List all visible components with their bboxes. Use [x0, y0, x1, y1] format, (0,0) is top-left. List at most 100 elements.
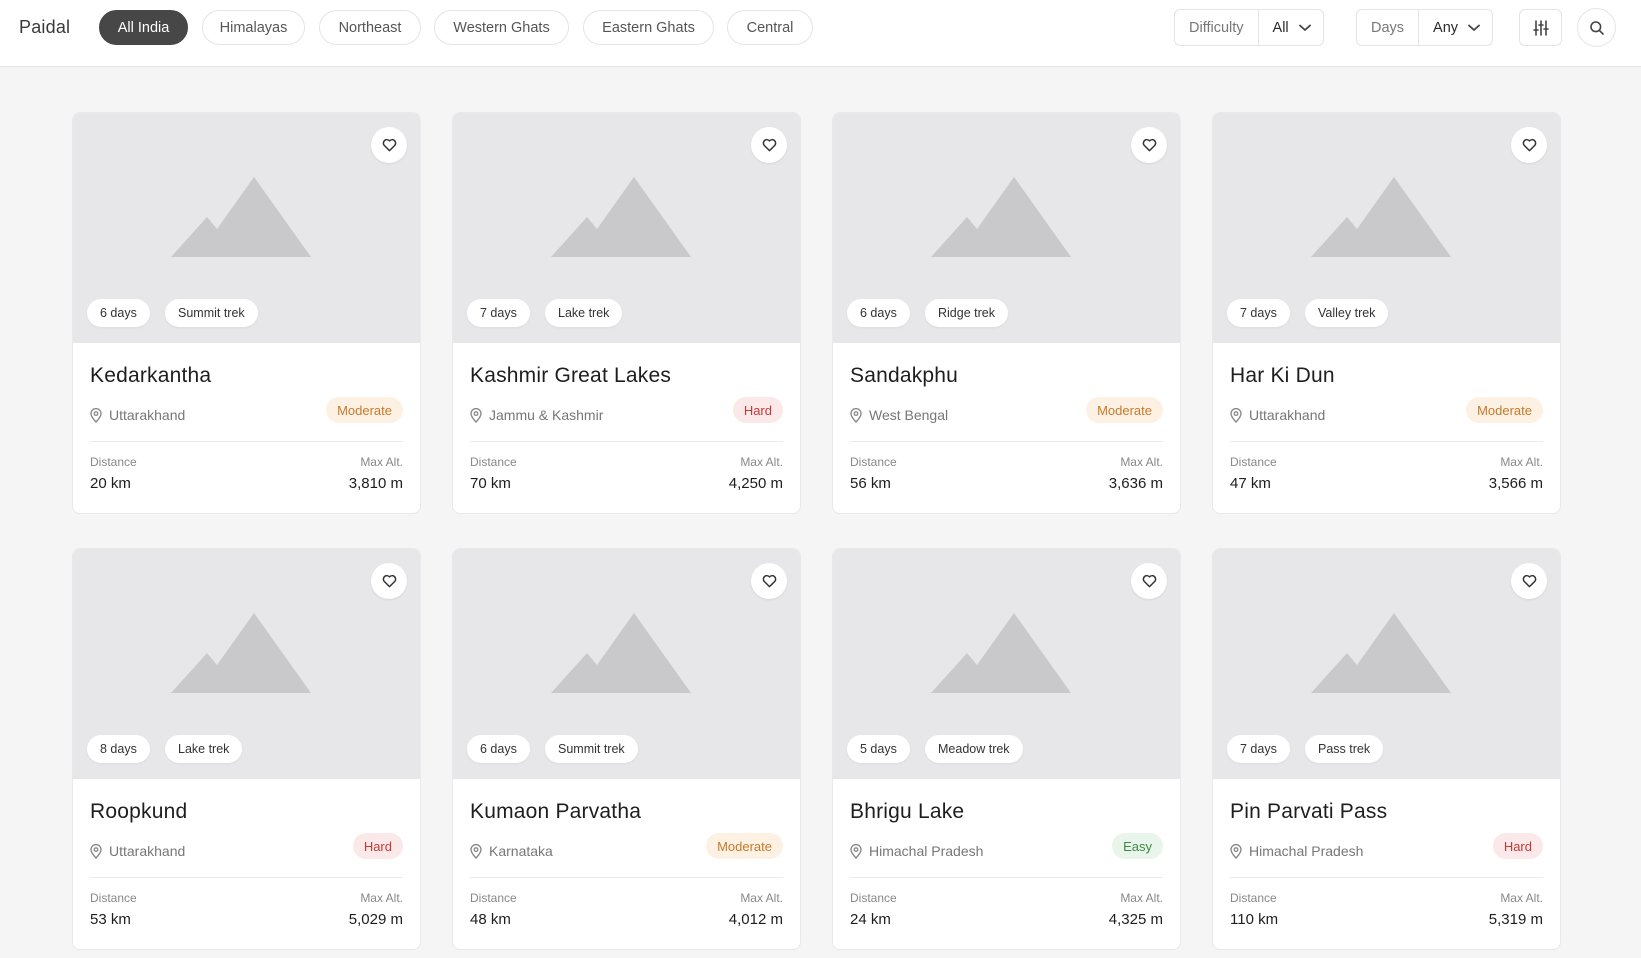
- distance-label: Distance: [90, 891, 137, 905]
- map-pin-icon: [1230, 843, 1242, 859]
- favorite-button[interactable]: [1511, 127, 1547, 163]
- max-altitude-value: 4,250 m: [728, 475, 783, 492]
- difficulty-filter: Difficulty All: [1174, 9, 1324, 46]
- distance-value: 48 km: [470, 911, 511, 928]
- region-chip-central[interactable]: Central: [727, 10, 813, 45]
- region-chip-himalayas[interactable]: Himalayas: [202, 10, 305, 45]
- filter-settings-button[interactable]: [1519, 9, 1562, 46]
- trek-card[interactable]: 5 days Meadow trek Bhrigu Lake Himachal Pra…: [832, 548, 1181, 950]
- trek-card[interactable]: 8 days Lake trek Roopkund Uttarakhand Hard Di…: [72, 548, 421, 950]
- max-altitude-value: 3,566 m: [1488, 475, 1543, 492]
- trek-type-tag: Pass trek: [1305, 735, 1384, 763]
- trek-location: Himachal Pradesh: [850, 842, 983, 860]
- heart-icon: [762, 138, 776, 152]
- trek-type-tag: Summit trek: [545, 735, 638, 763]
- duration-tag: 6 days: [467, 735, 530, 763]
- heart-icon: [382, 138, 396, 152]
- trek-type-tag: Valley trek: [1305, 299, 1389, 327]
- trek-name[interactable]: Har Ki Dun: [1230, 364, 1335, 388]
- max-altitude-label: Max Alt.: [1500, 891, 1543, 905]
- region-chip-northeast[interactable]: Northeast: [319, 10, 421, 45]
- trek-name[interactable]: Kedarkantha: [90, 364, 211, 388]
- card-divider: [850, 877, 1163, 878]
- trek-name[interactable]: Kumaon Parvatha: [470, 800, 641, 824]
- trek-type-tag: Lake trek: [545, 299, 623, 327]
- distance-label: Distance: [470, 891, 517, 905]
- region-chip-western-ghats[interactable]: Western Ghats: [434, 10, 569, 45]
- trek-name[interactable]: Kashmir Great Lakes: [470, 364, 671, 388]
- difficulty-badge: Hard: [352, 833, 403, 859]
- heart-icon: [1142, 574, 1156, 588]
- trek-image-placeholder[interactable]: 7 days Pass trek: [1213, 549, 1560, 779]
- heart-icon: [762, 574, 776, 588]
- duration-tag: 7 days: [1227, 735, 1290, 763]
- trek-image-placeholder[interactable]: 5 days Meadow trek: [833, 549, 1180, 779]
- trek-card[interactable]: 7 days Lake trek Kashmir Great Lakes Jammu …: [452, 112, 801, 514]
- trek-card[interactable]: 6 days Ridge trek Sandakphu West Bengal Mode…: [832, 112, 1181, 514]
- trek-location-text: Jammu & Kashmir: [489, 407, 604, 423]
- map-pin-icon: [470, 407, 482, 423]
- favorite-button[interactable]: [1131, 127, 1167, 163]
- favorite-button[interactable]: [371, 127, 407, 163]
- trek-location: Jammu & Kashmir: [470, 406, 603, 424]
- favorite-button[interactable]: [371, 563, 407, 599]
- trek-image-placeholder[interactable]: 7 days Valley trek: [1213, 113, 1560, 343]
- trek-card[interactable]: 6 days Summit trek Kumaon Parvatha Karnatak…: [452, 548, 801, 950]
- card-divider: [90, 877, 403, 878]
- map-pin-icon: [850, 407, 862, 423]
- trek-card[interactable]: 6 days Summit trek Kedarkantha Uttarakhand M…: [72, 112, 421, 514]
- trek-location: Uttarakhand: [1230, 406, 1325, 424]
- days-select[interactable]: Any: [1419, 10, 1492, 45]
- brand-logo[interactable]: Paidal: [19, 17, 70, 38]
- map-pin-icon: [90, 407, 102, 423]
- trek-image-placeholder[interactable]: 6 days Summit trek: [453, 549, 800, 779]
- search-button[interactable]: [1577, 8, 1616, 47]
- trek-location-text: Uttarakhand: [1249, 407, 1326, 423]
- trek-location-text: Himachal Pradesh: [869, 843, 984, 859]
- trek-name[interactable]: Sandakphu: [850, 364, 958, 388]
- card-divider: [470, 441, 783, 442]
- favorite-button[interactable]: [751, 127, 787, 163]
- duration-tag: 7 days: [1227, 299, 1290, 327]
- trek-location: West Bengal: [850, 406, 948, 424]
- trek-card[interactable]: 7 days Valley trek Har Ki Dun Uttarakhand Mo…: [1212, 112, 1561, 514]
- card-divider: [1230, 877, 1543, 878]
- distance-label: Distance: [1230, 455, 1277, 469]
- trek-name[interactable]: Pin Parvati Pass: [1230, 800, 1387, 824]
- trek-name[interactable]: Bhrigu Lake: [850, 800, 964, 824]
- duration-tag: 6 days: [87, 299, 150, 327]
- duration-tag: 7 days: [467, 299, 530, 327]
- difficulty-badge: Moderate: [1466, 397, 1543, 423]
- distance-value: 70 km: [470, 475, 511, 492]
- top-bar: Paidal All India Himalayas Northeast Wes…: [0, 0, 1641, 67]
- trek-card[interactable]: 7 days Pass trek Pin Parvati Pass Himachal …: [1212, 548, 1561, 950]
- difficulty-badge: Hard: [1492, 833, 1543, 859]
- distance-label: Distance: [470, 455, 517, 469]
- max-altitude-value: 4,012 m: [728, 911, 783, 928]
- max-altitude-value: 3,636 m: [1108, 475, 1163, 492]
- card-divider: [470, 877, 783, 878]
- card-divider: [850, 441, 1163, 442]
- region-chip-all-india[interactable]: All India: [99, 10, 188, 45]
- trek-image-placeholder[interactable]: 6 days Ridge trek: [833, 113, 1180, 343]
- card-divider: [1230, 441, 1543, 442]
- duration-tag: 6 days: [847, 299, 910, 327]
- max-altitude-label: Max Alt.: [740, 891, 783, 905]
- trek-image-placeholder[interactable]: 6 days Summit trek: [73, 113, 420, 343]
- favorite-button[interactable]: [1131, 563, 1167, 599]
- distance-label: Distance: [1230, 891, 1277, 905]
- favorite-button[interactable]: [1511, 563, 1547, 599]
- card-divider: [90, 441, 403, 442]
- trek-image-placeholder[interactable]: 8 days Lake trek: [73, 549, 420, 779]
- region-chip-eastern-ghats[interactable]: Eastern Ghats: [583, 10, 714, 45]
- difficulty-badge: Moderate: [326, 397, 403, 423]
- difficulty-select[interactable]: All: [1259, 10, 1323, 45]
- trek-image-placeholder[interactable]: 7 days Lake trek: [453, 113, 800, 343]
- trek-type-tag: Meadow trek: [925, 735, 1023, 763]
- favorite-button[interactable]: [751, 563, 787, 599]
- trek-name[interactable]: Roopkund: [90, 800, 187, 824]
- difficulty-badge: Moderate: [706, 833, 783, 859]
- max-altitude-label: Max Alt.: [1120, 891, 1163, 905]
- days-filter-label: Days: [1357, 10, 1420, 45]
- difficulty-badge: Hard: [732, 397, 783, 423]
